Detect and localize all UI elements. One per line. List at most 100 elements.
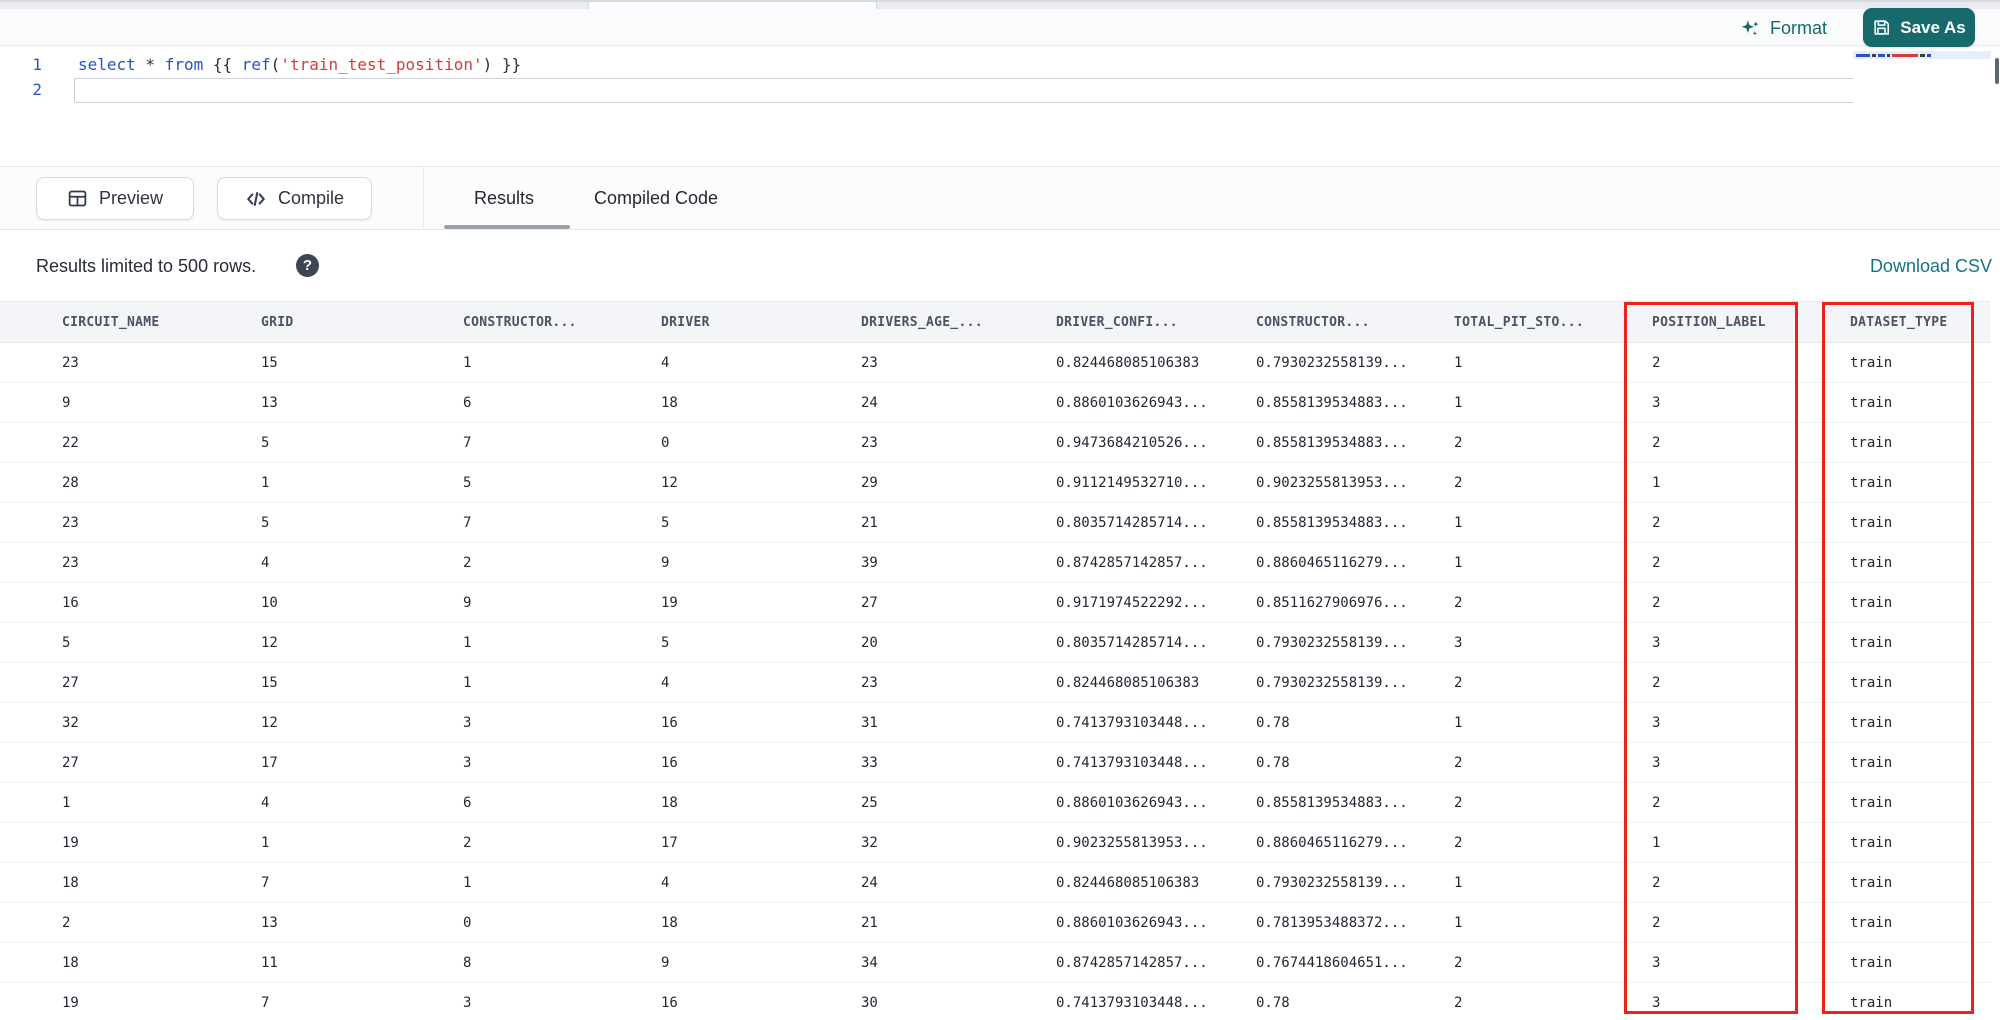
column-header-driver-confi[interactable]: DRIVER_CONFI... — [1056, 315, 1256, 330]
code-editor[interactable]: 1 2 select * from {{ ref('train_test_pos… — [0, 46, 2000, 166]
tab-results[interactable]: Results — [474, 167, 534, 229]
table-cell: 34 — [861, 954, 878, 971]
table-cell: 2 — [1454, 474, 1463, 491]
table-cell: train — [1850, 914, 1893, 931]
table-cell: 0.9473684210526... — [1056, 434, 1208, 451]
column-header-constructor[interactable]: CONSTRUCTOR... — [463, 315, 661, 330]
line-number-1: 1 — [32, 55, 42, 74]
code-token: ) — [482, 55, 493, 74]
table-cell: 7 — [261, 994, 270, 1011]
table-cell: 3 — [463, 754, 472, 771]
table-cell: 25 — [861, 794, 878, 811]
column-header-constructor[interactable]: CONSTRUCTOR... — [1256, 315, 1454, 330]
table-row: 5 12 1 5 20 0.8035714285714... 0.7930232558139… — [0, 623, 1990, 663]
column-header-drivers-age[interactable]: DRIVERS_AGE_... — [861, 315, 1056, 330]
table-row: 9 13 6 18 24 0.8860103626943... 0.855813953488… — [0, 383, 1990, 423]
table-cell: 0.8558139534883... — [1256, 434, 1408, 451]
table-cell: 13 — [261, 394, 278, 411]
table-cell: 2 — [1652, 674, 1661, 691]
column-header-total-pit-sto[interactable]: TOTAL_PIT_STO... — [1454, 315, 1652, 330]
table-cell: 1 — [463, 634, 472, 651]
table-cell: train — [1850, 434, 1893, 451]
code-token: }} — [492, 55, 522, 74]
actions-row: Preview Compile Results Compiled Code — [0, 166, 2000, 230]
table-row: 18 7 1 4 24 0.824468085106383 0.7930232558139.… — [0, 863, 1990, 903]
code-token: ( — [270, 55, 281, 74]
table-cell: train — [1850, 794, 1893, 811]
table-cell: 23 — [62, 514, 79, 531]
column-header-circuit-name[interactable]: CIRCUIT_NAME — [62, 315, 261, 330]
save-as-button[interactable]: Save As — [1863, 8, 1975, 47]
table-cell: 27 — [861, 594, 878, 611]
table-cell: 23 — [861, 354, 878, 371]
table-cell: 2 — [463, 834, 472, 851]
table-cell: 0.7413793103448... — [1056, 714, 1208, 731]
table-cell: 19 — [62, 834, 79, 851]
table-cell: 4 — [261, 794, 270, 811]
table-cell: 5 — [463, 474, 472, 491]
table-cell: 17 — [261, 754, 278, 771]
preview-button[interactable]: Preview — [36, 177, 194, 220]
table-cell: 4 — [261, 554, 270, 571]
editor-active-line — [74, 78, 1948, 103]
editor-minimap[interactable] — [1853, 49, 1991, 111]
table-cell: 1 — [261, 834, 270, 851]
table-cell: 0.78 — [1256, 754, 1290, 771]
table-cell: 33 — [861, 754, 878, 771]
table-cell: train — [1850, 954, 1893, 971]
table-icon — [67, 188, 88, 209]
table-cell: 1 — [1454, 914, 1463, 931]
table-cell: 3 — [463, 994, 472, 1011]
compile-button[interactable]: Compile — [217, 177, 372, 220]
table-cell: 0.8558139534883... — [1256, 514, 1408, 531]
table-cell: 0.824468085106383 — [1056, 354, 1200, 371]
column-header-dataset-type[interactable]: DATASET_TYPE — [1850, 315, 1990, 330]
table-cell: 19 — [661, 594, 678, 611]
table-cell: 0.9171974522292... — [1056, 594, 1208, 611]
table-cell: 39 — [861, 554, 878, 571]
table-cell: train — [1850, 514, 1893, 531]
editor-tab-strip — [0, 0, 2000, 11]
table-row: 23 5 7 5 21 0.8035714285714... 0.8558139534883… — [0, 503, 1990, 543]
tab-compiled-code[interactable]: Compiled Code — [594, 167, 718, 229]
table-row: 27 15 1 4 23 0.824468085106383 0.7930232558139… — [0, 663, 1990, 703]
column-header-driver[interactable]: DRIVER — [661, 315, 861, 330]
table-cell: 22 — [62, 434, 79, 451]
table-cell: 2 — [1454, 954, 1463, 971]
table-cell: 2 — [1454, 594, 1463, 611]
editor-scrollbar[interactable] — [1995, 58, 1999, 84]
table-cell: 30 — [861, 994, 878, 1011]
table-row: 16 10 9 19 27 0.9171974522292... 0.85116279069… — [0, 583, 1990, 623]
table-cell: 9 — [661, 954, 670, 971]
table-cell: 0.824468085106383 — [1056, 674, 1200, 691]
table-cell: train — [1850, 554, 1893, 571]
table-cell: 0.8035714285714... — [1056, 634, 1208, 651]
table-cell: 12 — [261, 634, 278, 651]
download-csv-link[interactable]: Download CSV — [1870, 256, 1992, 277]
table-cell: 23 — [861, 434, 878, 451]
table-cell: 21 — [861, 514, 878, 531]
table-cell: 1 — [463, 354, 472, 371]
table-cell: 13 — [261, 914, 278, 931]
table-cell: 18 — [661, 914, 678, 931]
preview-label: Preview — [98, 188, 164, 208]
column-header-position-label[interactable]: POSITION_LABEL — [1652, 315, 1850, 330]
table-cell: 23 — [62, 354, 79, 371]
column-header-grid[interactable]: GRID — [261, 315, 463, 330]
table-cell: 29 — [861, 474, 878, 491]
table-cell: 12 — [661, 474, 678, 491]
table-cell: 7 — [463, 434, 472, 451]
table-cell: 0.7813953488372... — [1256, 914, 1408, 931]
table-cell: 0.8742857142857... — [1056, 554, 1208, 571]
table-cell: 3 — [1652, 714, 1661, 731]
table-cell: 27 — [62, 674, 79, 691]
code-token: from — [164, 55, 204, 74]
format-button[interactable]: Format — [1740, 13, 1827, 43]
results-table: CIRCUIT_NAME GRID CONSTRUCTOR... DRIVER DRIV… — [0, 301, 1990, 1020]
table-cell: 5 — [261, 434, 270, 451]
table-row: 27 17 3 16 33 0.7413793103448... 0.78 2 3 train — [0, 743, 1990, 783]
table-cell: 2 — [1652, 594, 1661, 611]
table-cell: 4 — [661, 354, 670, 371]
table-cell: 4 — [661, 874, 670, 891]
help-icon[interactable]: ? — [296, 254, 319, 277]
